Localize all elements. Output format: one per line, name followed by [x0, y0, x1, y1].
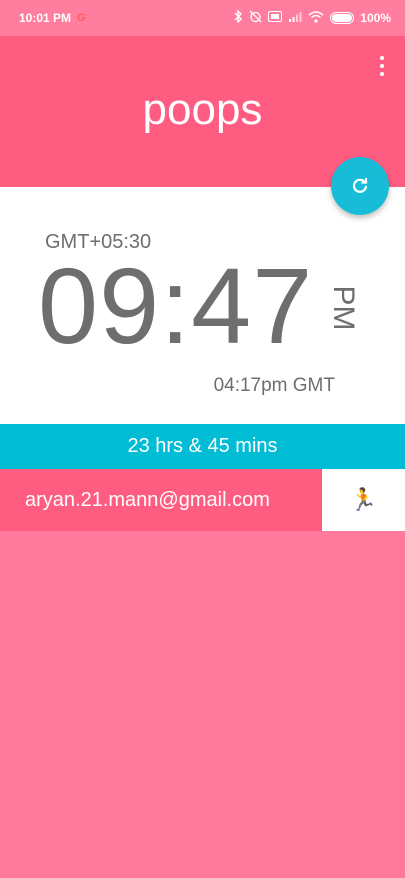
time-difference-text: 23 hrs & 45 mins: [127, 435, 278, 457]
status-time: 10:01 PM: [19, 11, 72, 25]
status-left: 10:01 PM G: [19, 11, 86, 25]
time-difference-bar: 23 hrs & 45 mins: [0, 424, 405, 469]
refresh-button[interactable]: [331, 157, 389, 215]
battery-fill: [332, 14, 353, 22]
google-icon: G: [77, 12, 86, 24]
battery-percent: 100%: [360, 11, 391, 25]
status-bar: 10:01 PM G 100%: [0, 0, 405, 36]
user-email: aryan.21.mann@gmail.com: [25, 488, 270, 511]
app-title: poops: [142, 85, 263, 134]
empty-area: [0, 531, 405, 878]
gmt-time: 04:17pm GMT: [213, 375, 335, 396]
battery-icon: [330, 12, 355, 24]
volte-icon: [268, 11, 283, 25]
user-row[interactable]: aryan.21.mann@gmail.com 🏃: [0, 469, 405, 531]
wifi-icon: [308, 10, 324, 26]
local-time: 09:47: [38, 245, 314, 366]
overflow-menu-icon[interactable]: [375, 56, 389, 76]
refresh-icon: [352, 178, 368, 193]
signal-icon: [288, 11, 302, 25]
bluetooth-icon: [233, 9, 243, 26]
status-right: 100%: [233, 9, 391, 26]
running-person-icon: 🏃: [349, 487, 378, 512]
alarm-off-icon: [249, 10, 262, 26]
ampm-indicator: PM: [327, 285, 360, 331]
running-person-button[interactable]: 🏃: [322, 469, 405, 531]
clock-card: GMT+05:30 09:47 PM 04:17pm GMT: [0, 187, 405, 424]
